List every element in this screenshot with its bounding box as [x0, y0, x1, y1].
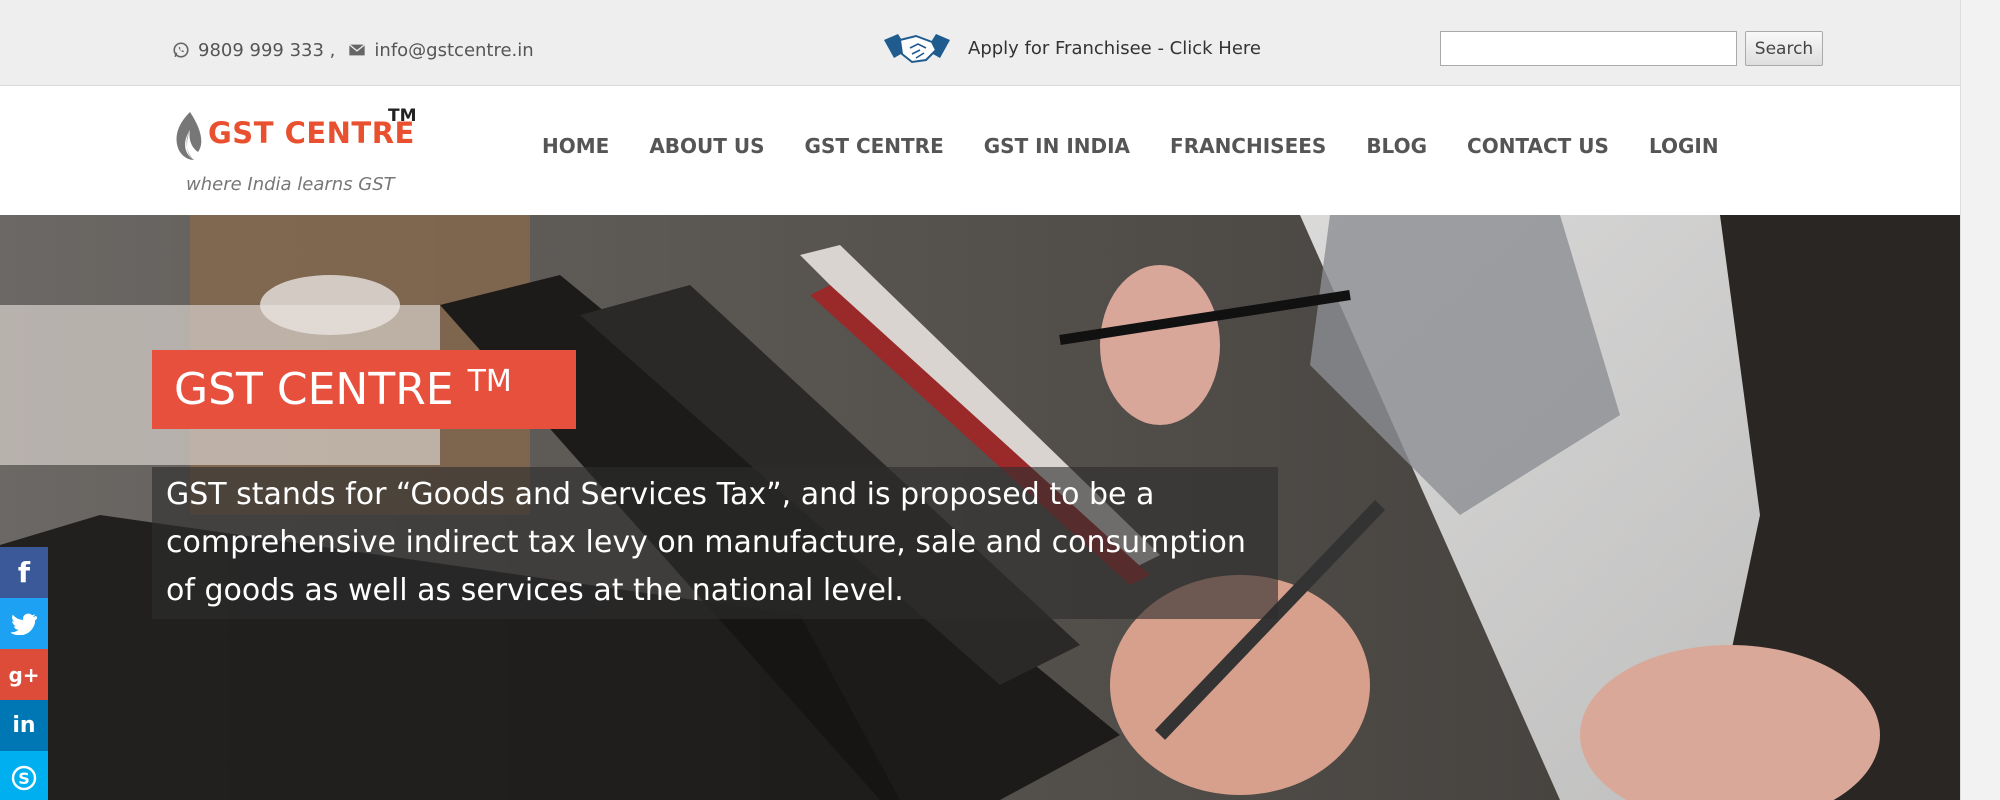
search-button[interactable]: Search	[1745, 31, 1823, 66]
twitter-bird-glyph	[11, 613, 37, 635]
envelope-icon	[349, 44, 366, 56]
contact-info: 9809 999 333 , info@gstcentre.in	[172, 38, 534, 62]
logo-trademark: TM	[388, 106, 417, 126]
nav-login[interactable]: LOGIN	[1649, 134, 1719, 158]
search-input[interactable]	[1440, 31, 1737, 66]
flame-logo-icon	[176, 112, 202, 160]
whatsapp-icon	[173, 42, 189, 58]
nav-gst-centre[interactable]: GST CENTRE	[805, 134, 944, 158]
main-navigation: HOME ABOUT US GST CENTRE GST IN INDIA FR…	[542, 122, 1719, 170]
nav-gst-in-india[interactable]: GST IN INDIA	[984, 134, 1130, 158]
nav-contact-us[interactable]: CONTACT US	[1467, 134, 1609, 158]
svg-text:S: S	[18, 769, 30, 788]
phone-number: 9809 999 333 ,	[198, 39, 336, 61]
hero-title: GST CENTRE TM	[152, 350, 576, 429]
hero-title-trademark: TM	[467, 364, 512, 399]
site-header: GST CENTRE TM where India learns GST HOM…	[0, 86, 1960, 215]
social-share-rail: f g+ in S	[0, 547, 48, 800]
skype-glyph: S	[11, 765, 37, 790]
hero-title-text: GST CENTRE	[174, 364, 454, 415]
franchise-link[interactable]: Apply for Franchisee - Click Here	[882, 26, 1261, 70]
linkedin-icon[interactable]: in	[0, 700, 48, 751]
hero-banner: GST CENTRE TM GST stands for “Goods and …	[0, 215, 2000, 800]
nav-blog[interactable]: BLOG	[1366, 134, 1427, 158]
nav-home[interactable]: HOME	[542, 134, 609, 158]
twitter-icon[interactable]	[0, 598, 48, 649]
page-right-gutter	[1960, 0, 2000, 800]
facebook-icon[interactable]: f	[0, 547, 48, 598]
skype-icon[interactable]: S	[0, 751, 48, 800]
logo-brand-text: GST CENTRE	[208, 116, 415, 150]
top-bar: 9809 999 333 , info@gstcentre.in Apply f…	[0, 0, 1960, 86]
email-link[interactable]: info@gstcentre.in	[374, 40, 533, 61]
nav-franchisees[interactable]: FRANCHISEES	[1170, 134, 1326, 158]
hero-description: GST stands for “Goods and Services Tax”,…	[152, 467, 1278, 619]
google-plus-icon[interactable]: g+	[0, 649, 48, 700]
nav-about-us[interactable]: ABOUT US	[649, 134, 764, 158]
logo-tagline: where India learns GST	[186, 174, 395, 195]
handshake-icon	[884, 34, 950, 64]
site-logo[interactable]: GST CENTRE TM where India learns GST	[172, 102, 422, 202]
franchise-label[interactable]: Apply for Franchisee - Click Here	[968, 38, 1261, 59]
